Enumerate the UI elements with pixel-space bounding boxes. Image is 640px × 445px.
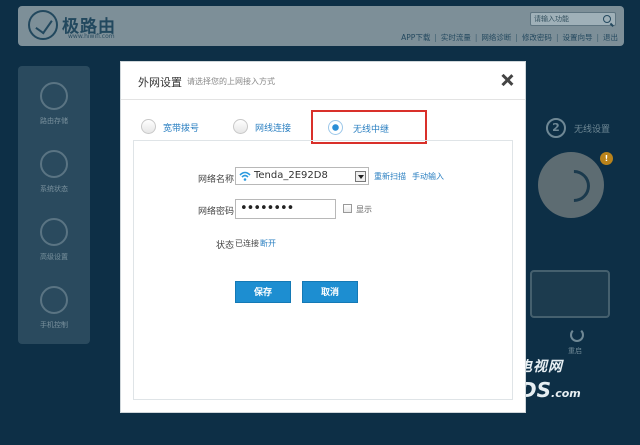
password-field[interactable]: •••••••• [235,199,336,219]
dialog-header: 外网设置 请选择您的上网接入方式 [121,62,525,100]
search-icon[interactable] [603,15,611,23]
router-device-image [530,270,610,318]
wan-settings-dialog: 外网设置 请选择您的上网接入方式 宽带拨号 网线连接 无线中继 网络名称 Ten… [121,62,525,412]
nav-setup-wizard[interactable]: 设置向导 [556,32,592,43]
sidebar-item-phone[interactable]: 手机控制 [18,276,90,340]
radio-wireless-relay[interactable] [328,120,343,135]
pulse-icon [40,150,68,178]
nav-app-download[interactable]: APP下载 [401,32,430,43]
wifi-icon[interactable] [538,152,604,218]
sidebar-item-label: 路由存储 [40,117,68,125]
top-nav: APP下载 实时流量 网络诊断 修改密码 设置向导 退出 [401,32,618,43]
nav-change-password[interactable]: 修改密码 [515,32,552,43]
nav-network-diagnose[interactable]: 网络诊断 [475,32,511,43]
rescan-link[interactable]: 重新扫描 [374,171,406,182]
sidebar-item-storage[interactable]: 路由存储 [18,72,90,136]
show-password-checkbox[interactable] [343,204,352,213]
close-icon[interactable] [499,72,515,88]
phone-icon [40,286,68,314]
warning-badge: ! [600,152,613,165]
step-label: 无线设置 [574,125,611,135]
search-placeholder: 请输入功能 [534,15,569,23]
reboot-label: 重启 [568,347,582,355]
watermark-logo: DS.com [520,378,581,402]
chevron-down-icon[interactable] [355,171,366,182]
ssid-select[interactable]: Tenda_2E92D8 [235,167,369,185]
show-password-label: 显示 [356,205,372,214]
sidebar-item-status[interactable]: 系统状态 [18,140,90,204]
radio-wired[interactable] [233,119,248,134]
sidebar: 路由存储 系统状态 高级设置 手机控制 [18,66,90,344]
status-value: 已连接 [235,239,259,248]
tab-label: 无线中继 [353,125,390,135]
wireless-step-panel: 2 无线设置 ! 重启 [526,100,632,360]
action-buttons: 保存 取消 [134,281,514,305]
logo-icon [28,10,58,40]
sidebar-item-label: 手机控制 [40,321,68,329]
nav-realtime-traffic[interactable]: 实时流量 [434,32,471,43]
password-label: 网络密码 [197,207,234,217]
wifi-signal-icon [239,171,251,181]
ssid-value: Tenda_2E92D8 [254,170,328,181]
sidebar-item-advanced[interactable]: 高级设置 [18,208,90,272]
relay-settings-panel: 网络名称 Tenda_2E92D8 重新扫描 手动输入 网络密码 •••••••… [133,140,513,400]
gear-icon [40,218,68,246]
top-bar: 极路由 www.hiwifi.com 请输入功能 APP下载 实时流量 网络诊断… [18,6,624,46]
step-number: 2 [546,118,566,138]
save-button[interactable]: 保存 [235,281,291,303]
tab-wired[interactable]: 网线连接 [227,112,319,142]
radio-pppoe[interactable] [141,119,156,134]
network-name-row: 网络名称 Tenda_2E92D8 重新扫描 手动输入 [134,167,514,189]
nav-logout[interactable]: 退出 [596,32,618,43]
status-label: 状态 [215,241,234,251]
disconnect-link[interactable]: 断开 [260,238,276,249]
sidebar-item-label: 高级设置 [40,253,68,261]
manual-input-link[interactable]: 手动输入 [412,171,444,182]
dialog-subtitle: 请选择您的上网接入方式 [187,77,275,86]
cancel-button[interactable]: 取消 [302,281,358,303]
sidebar-item-label: 系统状态 [40,185,68,193]
brand-url: www.hiwifi.com [68,33,115,40]
tab-label: 宽带拨号 [163,124,200,134]
tab-wireless-relay[interactable]: 无线中继 [311,110,427,144]
tab-pppoe[interactable]: 宽带拨号 [135,112,225,142]
password-row: 网络密码 •••••••• 显示 [134,199,514,221]
power-icon[interactable] [570,328,584,342]
network-name-label: 网络名称 [197,175,234,185]
search-input[interactable]: 请输入功能 [530,12,616,26]
storage-icon [40,82,68,110]
dialog-title: 外网设置 [138,76,182,89]
status-row: 状态 已连接 断开 [134,233,514,255]
tab-label: 网线连接 [255,124,292,134]
